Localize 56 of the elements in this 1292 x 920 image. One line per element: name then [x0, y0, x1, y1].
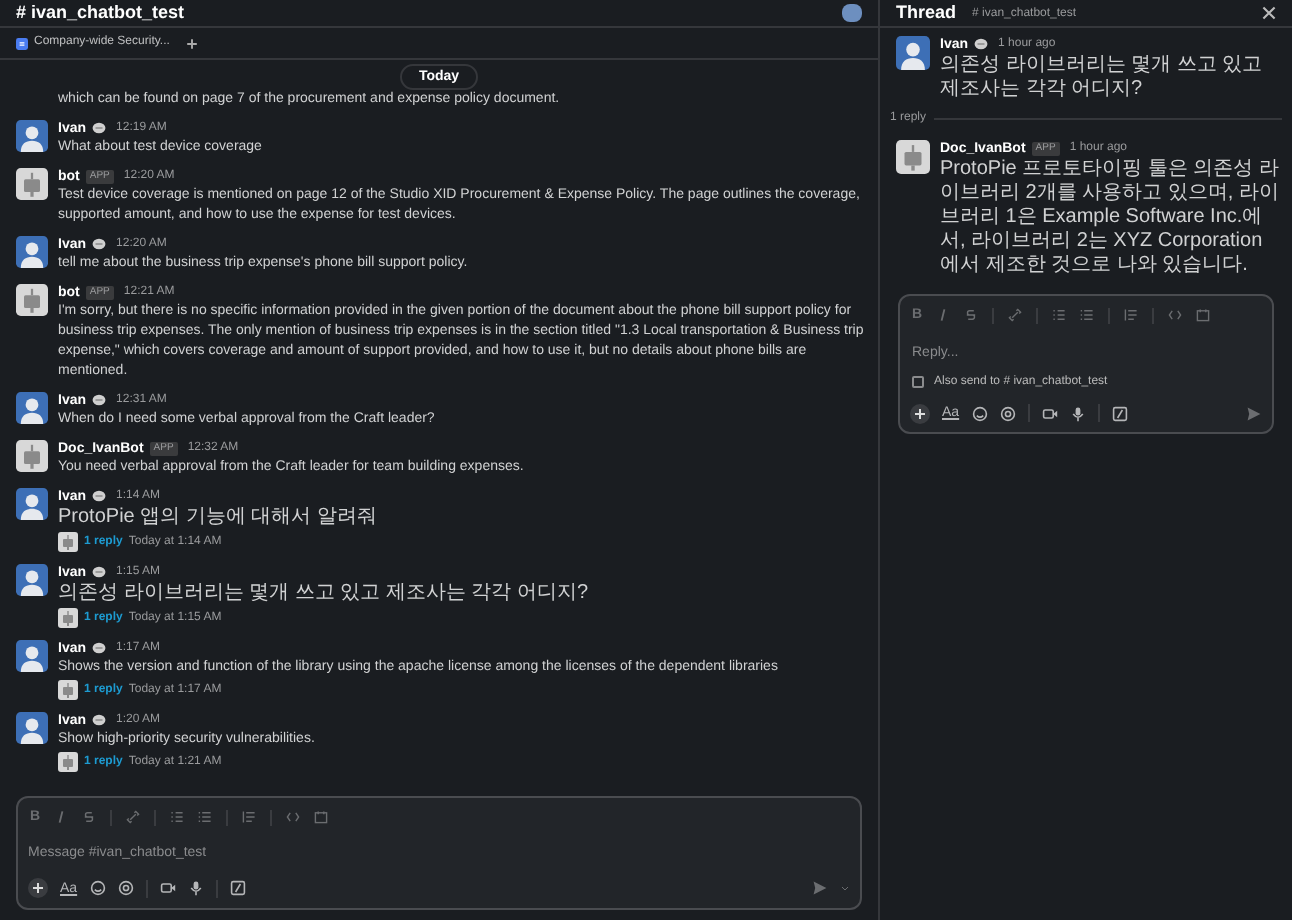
- mention-icon[interactable]: [117, 880, 134, 896]
- coffee-status-icon: [974, 38, 989, 50]
- message-text: 의존성 라이브러리는 몇개 쓰고 있고 제조사는 각각 어디지?: [58, 582, 589, 606]
- bot-avatar-icon[interactable]: [58, 680, 78, 700]
- emoji-icon[interactable]: [89, 880, 106, 896]
- document-icon: [16, 37, 28, 49]
- coffee-status-icon: [92, 490, 107, 502]
- bot-avatar-icon[interactable]: [16, 284, 48, 316]
- bulleted-list-icon[interactable]: [1080, 308, 1095, 322]
- mention-icon[interactable]: [999, 405, 1016, 421]
- add-icon[interactable]: [910, 403, 930, 423]
- code-icon[interactable]: [286, 810, 301, 824]
- close-icon[interactable]: [1262, 6, 1276, 20]
- message-text: 의존성 라이브러리는 몇개 쓰고 있고 제조사는 각각 어디지?: [940, 54, 1265, 102]
- bot-avatar-icon[interactable]: [58, 532, 78, 552]
- coffee-status-icon: [92, 714, 107, 726]
- code-block-icon[interactable]: [314, 810, 329, 824]
- strikethrough-icon[interactable]: [82, 810, 97, 824]
- microphone-icon[interactable]: [187, 880, 204, 896]
- bulleted-list-icon[interactable]: [198, 810, 213, 824]
- add-icon[interactable]: [28, 878, 48, 898]
- numbered-list-icon[interactable]: [1052, 308, 1067, 322]
- slash-command-icon[interactable]: [229, 880, 246, 896]
- bot-avatar-icon[interactable]: [16, 168, 48, 200]
- send-icon[interactable]: [1246, 405, 1262, 421]
- send-icon[interactable]: [812, 880, 828, 896]
- coffee-status-icon: [92, 238, 107, 250]
- thread-title: Thread: [896, 4, 957, 22]
- italic-icon[interactable]: [936, 308, 951, 322]
- coffee-status-icon: [92, 566, 107, 578]
- also-send-checkbox[interactable]: [912, 376, 924, 388]
- video-icon[interactable]: [1041, 405, 1058, 421]
- bot-avatar-icon[interactable]: [58, 608, 78, 628]
- channel-title: # ivan_chatbot_test: [16, 4, 185, 22]
- add-icon[interactable]: [185, 37, 198, 49]
- link-icon[interactable]: [126, 810, 141, 824]
- blockquote-icon[interactable]: [242, 810, 257, 824]
- coffee-status-icon: [92, 642, 107, 654]
- code-block-icon[interactable]: [1196, 308, 1211, 322]
- strikethrough-icon[interactable]: [964, 308, 979, 322]
- emoji-icon[interactable]: [971, 405, 988, 421]
- microphone-icon[interactable]: [1069, 405, 1086, 421]
- blockquote-icon[interactable]: [1124, 308, 1139, 322]
- numbered-list-icon[interactable]: [170, 810, 185, 824]
- bot-avatar-icon[interactable]: [58, 752, 78, 772]
- message-text: ProtoPie 프로토타이핑 툴은 의존성 라이브러리 2개를 사용하고 있으며, 라이브러리 1은 Example Software Inc.에서, 라이브러리 2는 XYZ Corporation에서 제조한 것으로 나와 있습니다.: [940, 158, 1280, 278]
- bot-avatar-icon[interactable]: [896, 140, 930, 174]
- code-icon[interactable]: [1168, 308, 1183, 322]
- link-icon[interactable]: [1008, 308, 1023, 322]
- coffee-status-icon: [92, 394, 107, 406]
- italic-icon[interactable]: [54, 810, 69, 824]
- bot-avatar-icon[interactable]: [16, 440, 48, 472]
- slash-command-icon[interactable]: [1111, 405, 1128, 421]
- coffee-status-icon: [92, 122, 107, 134]
- video-icon[interactable]: [159, 880, 176, 896]
- message-text: ProtoPie 앱의 기능에 대해서 알려줘: [58, 506, 377, 530]
